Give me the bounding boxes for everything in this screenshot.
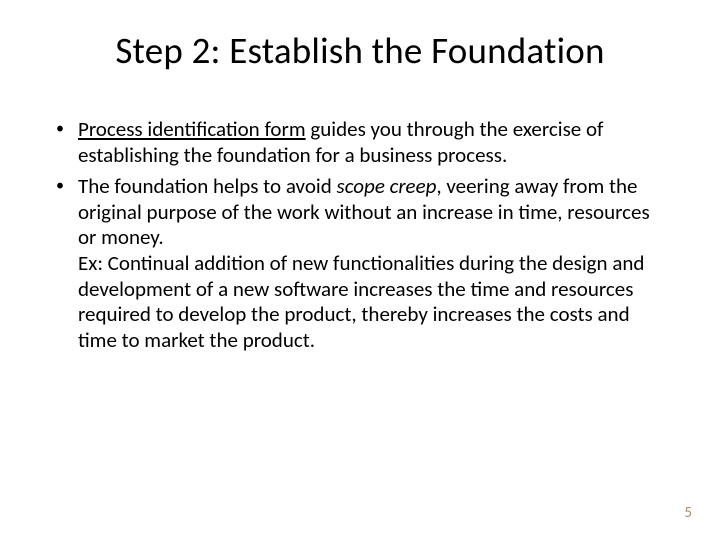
list-item: • The foundation helps to avoid scope cr…: [50, 174, 670, 353]
list-item: • Process identification form guides you…: [50, 117, 670, 168]
page-number: 5: [684, 504, 692, 522]
bullet-icon: •: [56, 174, 64, 353]
continuation-text: Ex: Continual addition of new functional…: [78, 250, 645, 353]
underlined-term: Process identification form: [78, 116, 306, 142]
list-item-text: Process identification form guides you t…: [78, 117, 670, 168]
bullet-list: • Process identification form guides you…: [50, 117, 670, 353]
list-item-text: The foundation helps to avoid scope cree…: [78, 174, 670, 353]
italic-term: scope creep: [337, 173, 437, 199]
slide: Step 2: Establish the Foundation • Proce…: [0, 0, 720, 540]
slide-title: Step 2: Establish the Foundation: [50, 28, 670, 73]
bullet-icon: •: [56, 117, 64, 168]
